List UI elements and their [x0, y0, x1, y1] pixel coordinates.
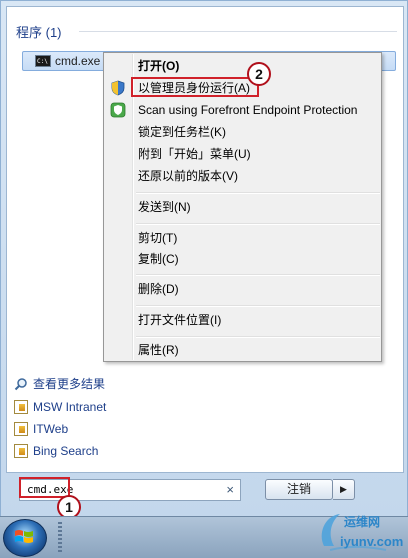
context-menu: 打开(O) 以管理员身份运行(A) Scan using Forefront E… [103, 52, 382, 362]
link-label: ITWeb [33, 422, 69, 436]
menu-item-pin-start[interactable]: 附到「开始」菜单(U) [106, 143, 379, 165]
menu-item-forefront-scan[interactable]: Scan using Forefront Endpoint Protection [106, 99, 379, 121]
run-as-admin-highlight [131, 77, 259, 97]
windows-logo-icon [15, 530, 33, 543]
watermark-text-top: 运维网 [344, 515, 381, 529]
search-icon [14, 378, 27, 391]
clear-search-icon[interactable]: × [226, 482, 234, 497]
document-icon [14, 444, 28, 458]
menu-item-send-to[interactable]: 发送到(N) [106, 196, 379, 218]
menu-item-cut[interactable]: 剪切(T) [106, 227, 379, 249]
menu-item-label: Scan using Forefront Endpoint Protection [138, 103, 358, 117]
menu-item-restore-versions[interactable]: 还原以前的版本(V) [106, 165, 379, 187]
menu-item-pin-taskbar[interactable]: 锁定到任务栏(K) [106, 121, 379, 143]
taskbar-grip[interactable] [58, 522, 62, 554]
section-title-programs: 程序 (1) [16, 25, 62, 40]
link-label: 查看更多结果 [33, 377, 106, 391]
document-icon [14, 422, 28, 436]
menu-item-delete[interactable]: 删除(D) [106, 278, 379, 300]
menu-item-open[interactable]: 打开(O) [106, 55, 379, 77]
section-divider [79, 31, 397, 32]
menu-separator [136, 192, 380, 194]
menu-item-copy[interactable]: 复制(C) [106, 248, 379, 270]
menu-separator [136, 274, 380, 276]
logoff-button[interactable]: 注销 [265, 479, 333, 500]
uac-shield-icon [111, 80, 125, 96]
watermark-text-bottom: iyunv.com [340, 534, 404, 549]
command-prompt-icon: C:\ [35, 55, 51, 67]
search-text-highlight [19, 477, 70, 498]
menu-separator [136, 223, 380, 225]
menu-separator [136, 305, 380, 307]
forefront-shield-icon [110, 102, 126, 118]
menu-item-open-file-location[interactable]: 打开文件位置(I) [106, 309, 379, 331]
arrow-right-icon: ▶ [340, 484, 347, 494]
program-item-label: cmd.exe [55, 54, 101, 68]
menu-separator [136, 336, 380, 338]
step-2-badge: 2 [247, 62, 271, 86]
menu-item-properties[interactable]: 属性(R) [106, 339, 379, 361]
document-icon [14, 400, 28, 414]
logoff-options-button[interactable]: ▶ [333, 479, 355, 500]
link-label: MSW Intranet [33, 400, 107, 414]
link-label: Bing Search [33, 444, 99, 458]
